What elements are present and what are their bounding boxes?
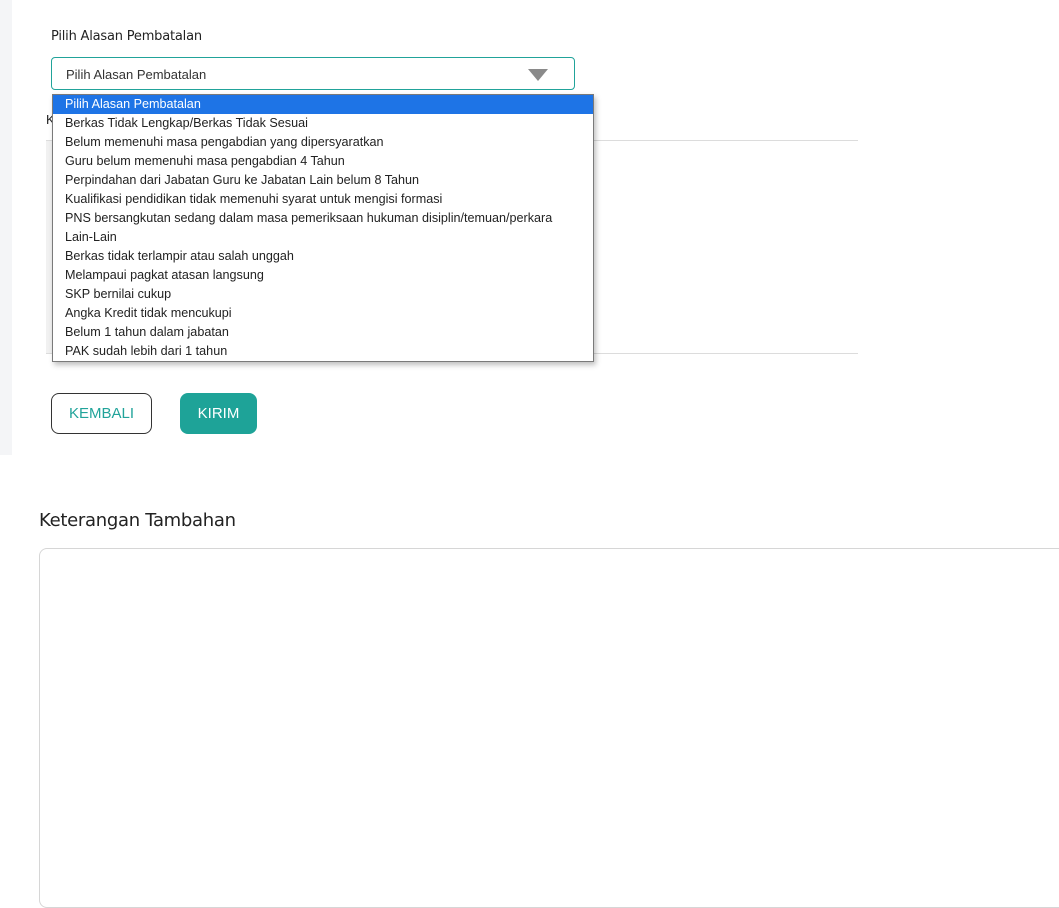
reason-select[interactable]: Pilih Alasan Pembatalan: [51, 57, 575, 90]
send-button[interactable]: KIRIM: [180, 393, 257, 434]
additional-info-title: Keterangan Tambahan: [39, 510, 236, 531]
dropdown-arrow-icon[interactable]: [528, 69, 548, 81]
reason-label: Pilih Alasan Pembatalan: [51, 29, 202, 44]
panel-edge: [0, 0, 12, 455]
back-button[interactable]: KEMBALI: [51, 393, 152, 434]
dropdown-option[interactable]: Lain-Lain: [53, 228, 593, 247]
dropdown-option[interactable]: Melampaui pagkat atasan langsung: [53, 266, 593, 285]
dropdown-option[interactable]: Belum 1 tahun dalam jabatan: [53, 323, 593, 342]
dropdown-option[interactable]: PNS bersangkutan sedang dalam masa pemer…: [53, 209, 593, 228]
dropdown-option[interactable]: Guru belum memenuhi masa pengabdian 4 Ta…: [53, 152, 593, 171]
dropdown-option[interactable]: Belum memenuhi masa pengabdian yang dipe…: [53, 133, 593, 152]
cancel-form-panel: Pilih Alasan Pembatalan Pilih Alasan Pem…: [0, 0, 1059, 455]
dropdown-option[interactable]: Berkas Tidak Lengkap/Berkas Tidak Sesuai: [53, 114, 593, 133]
dropdown-option[interactable]: Pilih Alasan Pembatalan: [53, 95, 593, 114]
dropdown-option[interactable]: Kualifikasi pendidikan tidak memenuhi sy…: [53, 190, 593, 209]
reason-dropdown-list[interactable]: Pilih Alasan Pembatalan Berkas Tidak Leng…: [52, 94, 594, 362]
dropdown-option[interactable]: Perpindahan dari Jabatan Guru ke Jabatan…: [53, 171, 593, 190]
dropdown-option[interactable]: Angka Kredit tidak mencukupi: [53, 304, 593, 323]
additional-info-textarea[interactable]: [39, 548, 1059, 908]
reason-select-value: Pilih Alasan Pembatalan: [66, 67, 207, 82]
dropdown-option[interactable]: PAK sudah lebih dari 1 tahun: [53, 342, 593, 361]
dropdown-option[interactable]: SKP bernilai cukup: [53, 285, 593, 304]
dropdown-option[interactable]: Berkas tidak terlampir atau salah unggah: [53, 247, 593, 266]
